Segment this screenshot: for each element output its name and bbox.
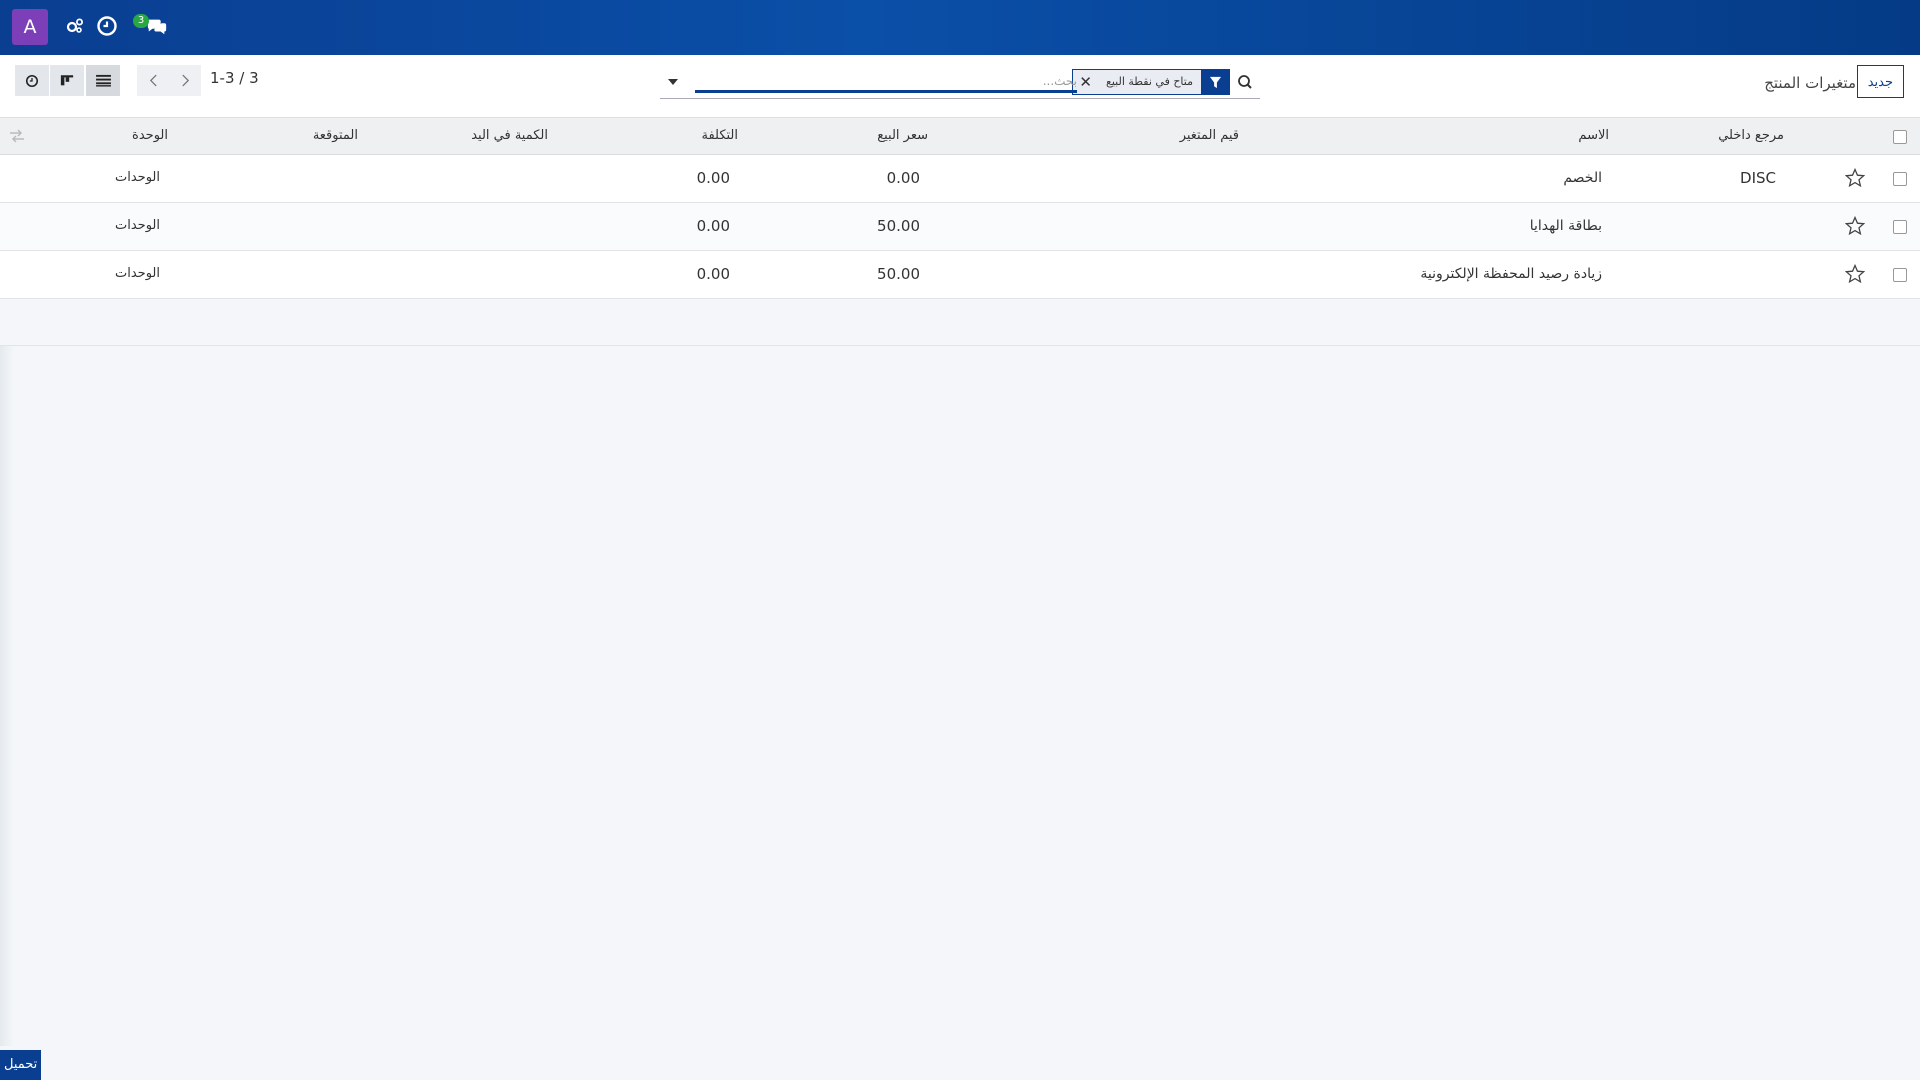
previous-page-button[interactable] — [137, 65, 169, 96]
column-cost[interactable]: التكلفة — [701, 128, 738, 143]
filter-icon — [1201, 70, 1229, 94]
messages-count-badge: 3 — [133, 14, 149, 28]
search-icon[interactable] — [1234, 71, 1256, 93]
kanban-icon — [60, 75, 74, 86]
column-internal-ref[interactable]: مرجع داخلي — [1718, 128, 1784, 143]
sale-price-cell: 50.00 — [877, 265, 920, 283]
name-cell: الخصم — [1563, 170, 1602, 186]
download-button[interactable]: تحميل — [0, 1050, 42, 1080]
facet-label: متاح في نقطة البيع — [1105, 75, 1193, 88]
settings-gear-icon[interactable] — [64, 15, 86, 37]
control-panel: جديد متغيرات المنتج متاح في نقطة البيع ✕… — [0, 55, 1920, 118]
optional-columns-icon[interactable] — [8, 128, 26, 144]
column-forecasted[interactable]: المتوقعة — [313, 128, 358, 143]
chat-icon[interactable] — [146, 15, 170, 37]
table-header: مرجع داخلي الاسم قيم المتغير سعر البيع ا… — [0, 118, 1920, 155]
new-button[interactable]: جديد — [1856, 65, 1904, 98]
table-row[interactable]: DISC الخصم 0.00 0.00 الوحدات — [0, 155, 1920, 203]
user-avatar[interactable]: A — [12, 9, 48, 45]
list-icon — [95, 74, 111, 87]
next-page-button[interactable] — [169, 65, 201, 96]
column-uom[interactable]: الوحدة — [132, 128, 168, 143]
cost-cell: 0.00 — [696, 265, 730, 283]
row-checkbox[interactable] — [1893, 220, 1907, 234]
sale-price-cell: 0.00 — [886, 169, 920, 187]
activity-view-button[interactable] — [15, 65, 49, 96]
close-icon[interactable]: ✕ — [1073, 70, 1098, 94]
column-qty-on-hand[interactable]: الكمية في اليد — [471, 128, 548, 143]
sale-price-cell: 50.00 — [877, 217, 920, 235]
empty-table-row — [0, 299, 1920, 346]
cost-cell: 0.00 — [696, 169, 730, 187]
top-navbar: A 3 — [0, 0, 1920, 55]
left-edge-shadow — [0, 346, 14, 1046]
table-row[interactable]: بطاقة الهدايا 50.00 0.00 الوحدات — [0, 203, 1920, 251]
search-facet: متاح في نقطة البيع ✕ — [1072, 69, 1230, 95]
uom-cell: الوحدات — [115, 170, 160, 185]
table-row[interactable]: زيادة رصيد المحفظة الإلكترونية 50.00 0.0… — [0, 251, 1920, 299]
select-all-checkbox[interactable] — [1893, 130, 1907, 144]
search-input[interactable] — [695, 71, 1077, 93]
kanban-view-button[interactable] — [50, 65, 84, 96]
list-view-button[interactable] — [86, 65, 120, 96]
row-checkbox[interactable] — [1893, 172, 1907, 186]
star-icon[interactable] — [1845, 264, 1865, 284]
star-icon[interactable] — [1845, 216, 1865, 236]
star-icon[interactable] — [1845, 168, 1865, 188]
product-variants-table: مرجع داخلي الاسم قيم المتغير سعر البيع ا… — [0, 118, 1920, 346]
uom-cell: الوحدات — [115, 266, 160, 281]
internal-ref-cell: DISC — [1740, 169, 1776, 187]
clock-icon[interactable] — [96, 15, 118, 37]
uom-cell: الوحدات — [115, 218, 160, 233]
pager-value[interactable]: 1-3 / 3 — [210, 69, 259, 87]
row-checkbox[interactable] — [1893, 268, 1907, 282]
search-bar: متاح في نقطة البيع ✕ — [660, 65, 1260, 99]
cost-cell: 0.00 — [696, 217, 730, 235]
caret-down-icon[interactable] — [660, 73, 686, 91]
page-title: متغيرات المنتج — [1764, 74, 1856, 92]
name-cell: بطاقة الهدايا — [1529, 218, 1602, 234]
name-cell: زيادة رصيد المحفظة الإلكترونية — [1420, 266, 1602, 282]
clock-icon — [25, 74, 39, 87]
column-sale-price[interactable]: سعر البيع — [877, 128, 928, 143]
column-name[interactable]: الاسم — [1578, 128, 1609, 143]
column-variant-values[interactable]: قيم المتغير — [1180, 128, 1239, 143]
